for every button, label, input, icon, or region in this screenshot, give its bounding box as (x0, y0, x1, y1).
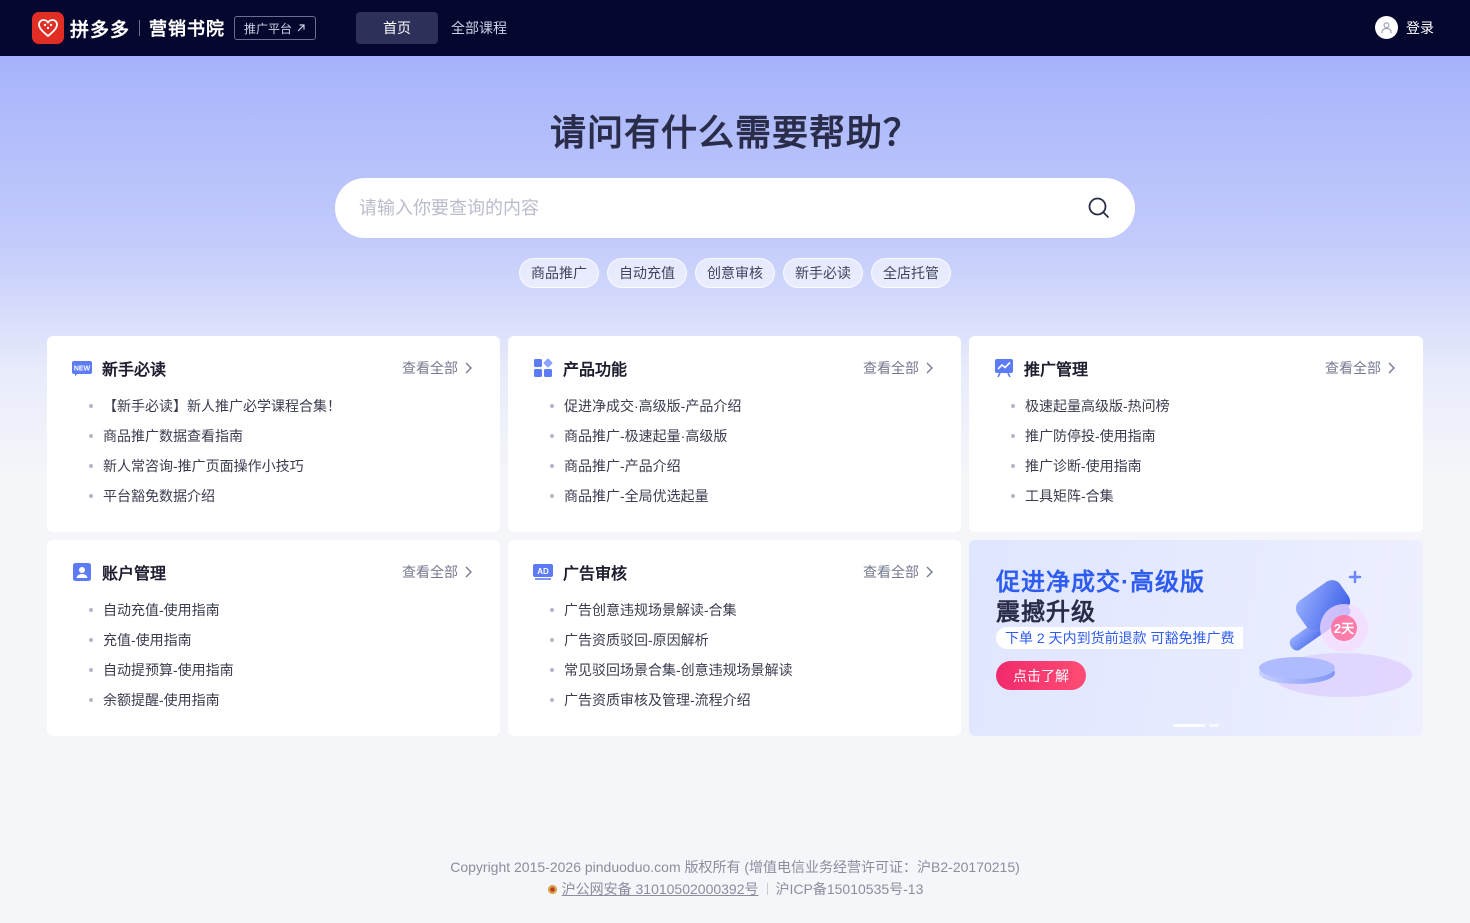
chevron-right-icon (926, 566, 933, 578)
chevron-right-icon (1388, 362, 1395, 374)
list-item[interactable]: 极速起量高级版-热问榜 (1011, 396, 1170, 426)
promo-platform-label: 推广平台 (243, 21, 292, 36)
carousel-dot-active[interactable] (1173, 724, 1205, 727)
list-item[interactable]: 充值-使用指南 (89, 630, 234, 660)
list-item[interactable]: 商品推广-全局优选起量 (550, 486, 741, 516)
tag-product-promotion[interactable]: 商品推广 (519, 258, 599, 288)
gavel-illustration-icon: 2天 (1259, 570, 1412, 697)
view-all-label: 查看全部 (402, 564, 458, 580)
view-all-label: 查看全部 (863, 564, 919, 580)
list-item[interactable]: 广告资质驳回-原因解析 (550, 630, 793, 660)
top-navigation-bar: 拼多多 营销书院 推广平台 首页 全部课程 登录 (0, 0, 1470, 56)
list-item[interactable]: 平台豁免数据介绍 (89, 486, 341, 516)
card-title: 账户管理 (102, 566, 167, 583)
tag-auto-recharge[interactable]: 自动充值 (607, 258, 687, 288)
banner-subtitle-heading: 震撼升级 (996, 599, 1096, 626)
list-item[interactable]: 余额提醒-使用指南 (89, 690, 234, 720)
card-promotion-management: 推广管理 查看全部 极速起量高级版-热问榜 推广防停投-使用指南 推广诊断-使用… (969, 336, 1423, 532)
card-product-features: 产品功能 查看全部 促进净成交·高级版-产品介绍 商品推广-极速起量·高级版 商… (508, 336, 961, 532)
list-item[interactable]: 工具矩阵-合集 (1011, 486, 1170, 516)
new-badge-icon: NEW (71, 357, 93, 379)
list-item[interactable]: 商品推广-产品介绍 (550, 456, 741, 486)
banner-art-label: 2天 (1334, 621, 1355, 636)
carousel-indicator (1173, 724, 1219, 727)
card-title: 产品功能 (563, 362, 628, 379)
promo-platform-link[interactable]: 推广平台 (234, 16, 316, 40)
card-title: 推广管理 (1024, 362, 1089, 379)
carousel-dot[interactable] (1209, 724, 1219, 727)
footer-divider (766, 883, 768, 895)
list-item[interactable]: 常见驳回场景合集-创意违规场景解读 (550, 660, 793, 690)
view-all-link[interactable]: 查看全部 (863, 358, 933, 378)
police-badge-icon (547, 884, 557, 894)
search-input[interactable] (359, 197, 1059, 219)
pinduoduo-logo-icon (32, 12, 64, 44)
tag-store-hosting[interactable]: 全店托管 (871, 258, 951, 288)
brand-logo[interactable]: 拼多多 营销书院 (32, 12, 225, 44)
list-item[interactable]: 广告创意违规场景解读-合集 (550, 600, 793, 630)
police-record-link[interactable]: 沪公网安备 31010502000392号 (547, 879, 759, 899)
login-button[interactable]: 登录 (1375, 16, 1434, 39)
svg-text:NEW: NEW (74, 366, 91, 373)
icp-record-link[interactable]: 沪ICP备15010535号-13 (776, 879, 924, 899)
view-all-label: 查看全部 (1325, 360, 1381, 376)
apps-grid-icon (532, 357, 554, 379)
chart-trend-icon (993, 357, 1015, 379)
external-link-icon (297, 24, 305, 32)
view-all-link[interactable]: 查看全部 (1325, 358, 1395, 378)
police-record-text: 沪公网安备 31010502000392号 (561, 881, 759, 897)
nav-tab-all-courses[interactable]: 全部课程 (451, 12, 507, 44)
hot-tags: 商品推广 自动充值 创意审核 新手必读 全店托管 (0, 258, 1470, 288)
list-item[interactable]: 促进净成交·高级版-产品介绍 (550, 396, 741, 426)
view-all-link[interactable]: 查看全部 (402, 358, 472, 378)
brand-name: 拼多多 (70, 19, 131, 41)
view-all-label: 查看全部 (863, 360, 919, 376)
nav-tab-home[interactable]: 首页 (356, 12, 438, 44)
search-icon[interactable] (1087, 196, 1111, 220)
promo-banner-carousel[interactable]: 促进净成交·高级版 震撼升级 下单 2 天内到货前退款 可豁免推广费 点击了解 … (969, 540, 1423, 736)
login-label: 登录 (1406, 19, 1434, 36)
view-all-link[interactable]: 查看全部 (402, 562, 472, 582)
card-title: 广告审核 (563, 566, 628, 583)
svg-text:AD: AD (537, 567, 549, 576)
academy-name: 营销书院 (149, 19, 226, 39)
brand-divider (139, 20, 141, 36)
list-item[interactable]: 新人常咨询-推广页面操作小技巧 (89, 456, 341, 486)
list-item[interactable]: 【新手必读】新人推广必学课程合集！ (89, 396, 341, 426)
ad-badge-icon: AD (532, 561, 554, 583)
chevron-right-icon (926, 362, 933, 374)
user-card-icon (71, 561, 93, 583)
user-avatar-icon (1375, 16, 1398, 39)
footer-copyright: Copyright 2015-2026 pinduoduo.com 版权所有 (… (450, 859, 1020, 875)
list-item[interactable]: 商品推广数据查看指南 (89, 426, 341, 456)
view-all-link[interactable]: 查看全部 (863, 562, 933, 582)
list-item[interactable]: 广告资质审核及管理-流程介绍 (550, 690, 793, 720)
chevron-right-icon (465, 566, 472, 578)
list-item[interactable]: 自动充值-使用指南 (89, 600, 234, 630)
list-item[interactable]: 推广防停投-使用指南 (1011, 426, 1170, 456)
list-item[interactable]: 推广诊断-使用指南 (1011, 456, 1170, 486)
tag-creative-review[interactable]: 创意审核 (695, 258, 775, 288)
search-bar (335, 178, 1135, 238)
hero-title: 请问有什么需要帮助？ (549, 112, 920, 153)
learn-more-button[interactable]: 点击了解 (996, 661, 1086, 690)
card-ad-review: AD 广告审核 查看全部 广告创意违规场景解读-合集 广告资质驳回-原因解析 常… (508, 540, 961, 736)
card-account-management: 账户管理 查看全部 自动充值-使用指南 充值-使用指南 自动提预算-使用指南 余… (47, 540, 500, 736)
list-item[interactable]: 商品推广-极速起量·高级版 (550, 426, 741, 456)
footer-registration: 沪公网安备 31010502000392号 沪ICP备15010535号-13 (0, 879, 1470, 899)
tag-beginner-guide[interactable]: 新手必读 (783, 258, 863, 288)
card-beginner-guide: NEW 新手必读 查看全部 【新手必读】新人推广必学课程合集！ 商品推广数据查看… (47, 336, 500, 532)
view-all-label: 查看全部 (402, 360, 458, 376)
banner-description: 下单 2 天内到货前退款 可豁免推广费 (996, 627, 1244, 649)
list-item[interactable]: 自动提预算-使用指南 (89, 660, 234, 690)
chevron-right-icon (465, 362, 472, 374)
card-title: 新手必读 (102, 362, 167, 379)
